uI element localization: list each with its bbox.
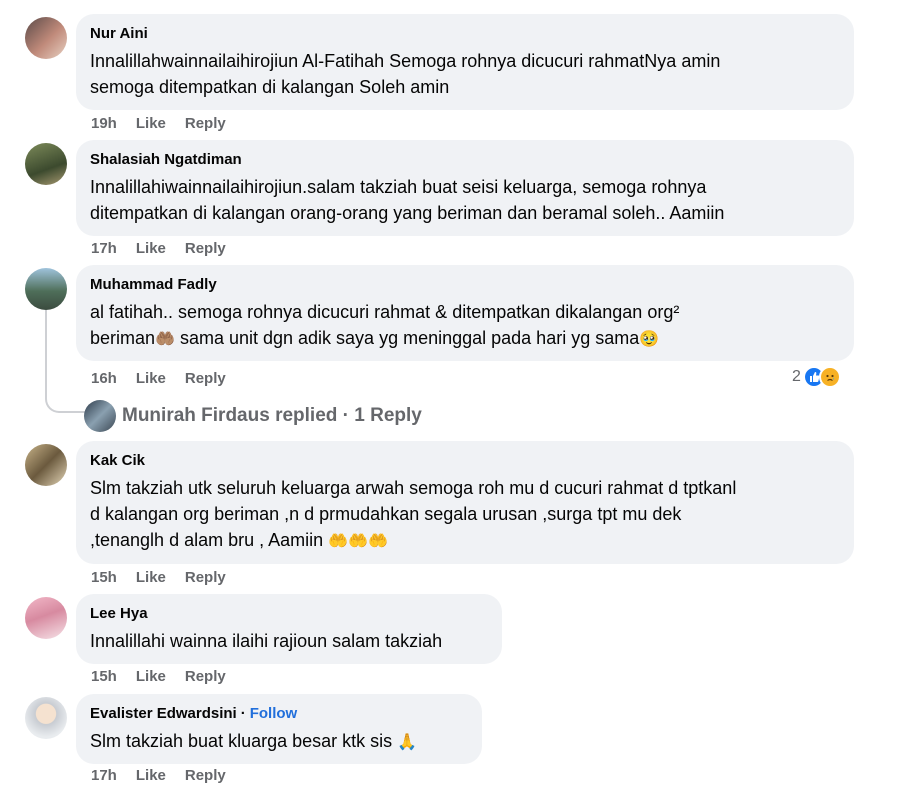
like-button[interactable]: Like [136, 115, 166, 132]
comment-text-line: Slm takziah buat kluarga besar ktk sis [90, 731, 398, 751]
reaction-summary[interactable]: 2 [792, 366, 841, 388]
comment-time[interactable]: 15h [91, 569, 117, 586]
comment-actions: 16h Like Reply [91, 370, 245, 387]
comment-bubble: Muhammad Fadly al fatihah.. semoga rohny… [76, 265, 854, 361]
comment-bubble: Kak Cik Slm takziah utk seluruh keluarga… [76, 441, 854, 564]
comment-text-line: ,tenanglh d alam bru , Aamiin [90, 530, 329, 550]
folded-hands-emoji-icon: 🙏 [397, 734, 418, 751]
avatar[interactable] [25, 697, 67, 739]
sad-reaction-icon [818, 366, 841, 388]
comment-time[interactable]: 15h [91, 668, 117, 685]
comment-actions: 15h Like Reply [91, 668, 245, 685]
avatar[interactable] [25, 143, 67, 185]
reply-author-avatar [84, 400, 116, 432]
view-replies-link[interactable]: Munirah Firdaus replied · 1 Reply [84, 400, 422, 432]
avatar[interactable] [25, 597, 67, 639]
comment-time[interactable]: 16h [91, 370, 117, 387]
raised-hands-emoji-icon: 🤲🤲🤲 [328, 533, 388, 550]
comment-bubble: Shalasiah Ngatdiman Innalillahiwainnaila… [76, 140, 854, 236]
reply-button[interactable]: Reply [185, 370, 226, 387]
avatar[interactable] [25, 17, 67, 59]
comment-author[interactable]: Lee Hya [90, 604, 488, 624]
follow-button[interactable]: Follow [250, 705, 298, 722]
like-button[interactable]: Like [136, 668, 166, 685]
comment-author[interactable]: Shalasiah Ngatdiman [90, 150, 840, 170]
separator-dot: · [240, 705, 246, 722]
comment-text: Innalillahiwainnailaihirojiun.salam takz… [90, 177, 725, 223]
comment-time[interactable]: 17h [91, 767, 117, 784]
reply-button[interactable]: Reply [185, 115, 226, 132]
comment-text-line: Slm takziah utk seluruh keluarga arwah s… [90, 478, 737, 498]
comment-text-line: beriman [90, 328, 156, 348]
comment-actions: 17h Like Reply [91, 767, 245, 784]
comment-text: al fatihah.. semoga rohnya dicucuri rahm… [90, 299, 840, 353]
reply-button[interactable]: Reply [185, 668, 226, 685]
comment-text-line: al fatihah.. semoga rohnya dicucuri rahm… [90, 302, 680, 322]
comment-author[interactable]: Nur Aini [90, 24, 840, 44]
comment-text-line: sama unit dgn adik saya yg meninggal pad… [174, 328, 640, 348]
reply-button[interactable]: Reply [185, 767, 226, 784]
comment-time[interactable]: 17h [91, 240, 117, 257]
comment-actions: 19h Like Reply [91, 115, 245, 132]
comment-bubble: Lee Hya Innalillahi wainna ilaihi rajiou… [76, 594, 502, 664]
reply-button[interactable]: Reply [185, 240, 226, 257]
avatar[interactable] [25, 268, 67, 310]
reaction-count: 2 [792, 368, 801, 385]
avatar[interactable] [25, 444, 67, 486]
like-button[interactable]: Like [136, 767, 166, 784]
comment-actions: 17h Like Reply [91, 240, 245, 257]
comment-text: Innalillahwainnailaihirojiun Al-Fatihah … [90, 51, 721, 97]
comment-author[interactable]: Evalister Edwardsini [90, 704, 237, 724]
replies-summary[interactable]: Munirah Firdaus replied · 1 Reply [122, 405, 422, 427]
comment-text: Innalillahi wainna ilaihi rajioun salam … [90, 631, 443, 651]
like-button[interactable]: Like [136, 370, 166, 387]
teary-face-emoji-icon: 🥹 [639, 331, 660, 348]
comment-time[interactable]: 19h [91, 115, 117, 132]
comment-author[interactable]: Kak Cik [90, 451, 840, 471]
reply-button[interactable]: Reply [185, 569, 226, 586]
comment-text: Slm takziah buat kluarga besar ktk sis 🙏 [90, 728, 468, 756]
like-button[interactable]: Like [136, 569, 166, 586]
like-button[interactable]: Like [136, 240, 166, 257]
comment-actions: 15h Like Reply [91, 569, 245, 586]
thread-connector [45, 310, 85, 413]
comment-bubble: Evalister Edwardsini · Follow Slm takzia… [76, 694, 482, 764]
comment-bubble: Nur Aini Innalillahwainnailaihirojiun Al… [76, 14, 854, 110]
comment-author[interactable]: Muhammad Fadly [90, 275, 840, 295]
comment-text: Slm takziah utk seluruh keluarga arwah s… [90, 475, 840, 555]
open-hands-emoji-icon: 🤲🏽 [155, 331, 175, 348]
comment-text-line: d kalangan org beriman ,n d prmudahkan s… [90, 504, 682, 524]
